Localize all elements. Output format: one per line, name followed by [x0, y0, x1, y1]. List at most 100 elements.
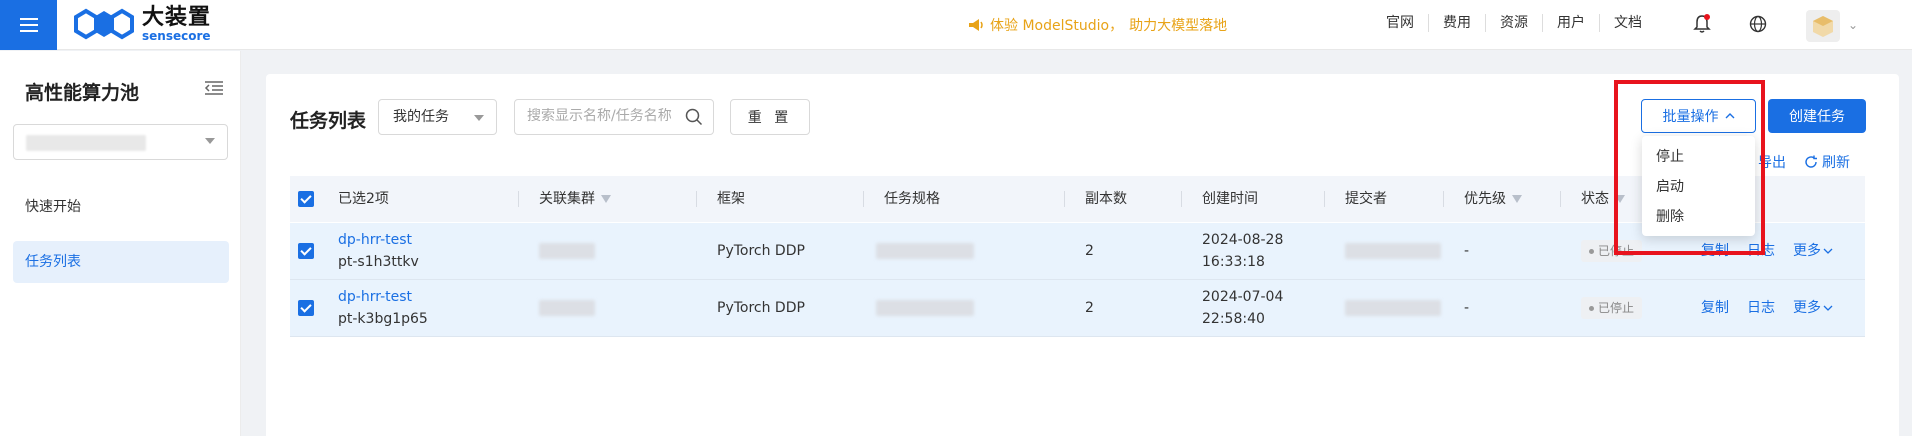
- task-scope-select[interactable]: 我的任务: [378, 99, 497, 135]
- nav-users[interactable]: 用户: [1543, 14, 1600, 32]
- table-row[interactable]: dp-hrr-test pt-k3bg1p65 PyTorch DDP 2 20…: [290, 280, 1865, 337]
- nav-docs[interactable]: 文档: [1600, 14, 1656, 32]
- nav-official-site[interactable]: 官网: [1372, 14, 1429, 32]
- column-header-cluster[interactable]: 关联集群: [539, 176, 611, 222]
- redacted-value: [1345, 300, 1441, 316]
- redacted-value: [539, 300, 595, 316]
- column-header-priority[interactable]: 优先级: [1464, 176, 1522, 222]
- column-header-replicas: 副本数: [1085, 191, 1127, 207]
- nav-billing[interactable]: 费用: [1429, 14, 1486, 32]
- action-log[interactable]: 日志: [1747, 280, 1775, 336]
- refresh-label: 刷新: [1822, 155, 1850, 171]
- chevron-down-icon[interactable]: ⌄: [1848, 18, 1858, 32]
- status-header-label: 状态: [1581, 191, 1609, 207]
- filter-icon[interactable]: [601, 195, 611, 203]
- sidebar-item-quick-start[interactable]: 快速开始: [13, 186, 229, 228]
- task-id: pt-s1h3ttkv: [338, 254, 419, 270]
- action-more[interactable]: 更多: [1793, 280, 1833, 336]
- replicas-cell: 2: [1085, 243, 1094, 259]
- refresh-icon: [1805, 155, 1817, 168]
- chevron-down-icon: [1823, 305, 1833, 311]
- task-name-link[interactable]: dp-hrr-test: [338, 286, 428, 308]
- column-divider: [863, 191, 864, 207]
- status-badge: 已停止: [1581, 297, 1643, 319]
- sidebar: 高性能算力池 快速开始 任务列表: [0, 51, 241, 436]
- cluster-cell: [539, 223, 595, 279]
- column-header-framework: 框架: [717, 191, 745, 207]
- column-header-submitter: 提交者: [1345, 191, 1387, 207]
- spec-cell: [876, 223, 974, 279]
- priority-cell: -: [1464, 300, 1470, 316]
- task-name-link[interactable]: dp-hrr-test: [338, 229, 419, 251]
- column-divider: [1181, 191, 1182, 207]
- sensecore-logo-icon: [74, 8, 134, 40]
- globe-icon[interactable]: [1748, 14, 1768, 34]
- column-divider: [696, 191, 697, 207]
- column-header-spec: 任务规格: [884, 191, 940, 207]
- framework-cell: PyTorch DDP: [717, 243, 805, 259]
- page-title: 任务列表: [290, 110, 367, 132]
- column-divider: [518, 191, 519, 207]
- collapse-sidebar-icon[interactable]: [204, 80, 224, 98]
- task-id: pt-k3bg1p65: [338, 311, 428, 327]
- more-link[interactable]: 更多: [1793, 297, 1821, 319]
- created-cell: 2024-08-28 16:33:18: [1202, 223, 1283, 279]
- sidebar-item-task-list[interactable]: 任务列表: [13, 241, 229, 283]
- hamburger-icon: [19, 16, 38, 34]
- column-divider: [1560, 191, 1561, 207]
- promo-highlight: 助力大模型落地: [1129, 18, 1228, 34]
- status-cell: 已停止: [1581, 280, 1643, 336]
- top-bar: 大装置 sensecore 体验 ModelStudio， 助力大模型落地 官网 …: [0, 0, 1912, 50]
- column-divider: [1064, 191, 1065, 207]
- logo-sub-text: sensecore: [142, 29, 211, 43]
- reset-button[interactable]: 重 置: [730, 99, 810, 135]
- avatar[interactable]: [1806, 10, 1840, 42]
- annotation-highlight-box: [1614, 80, 1765, 255]
- redacted-value: [876, 300, 974, 316]
- copy-link[interactable]: 复制: [1701, 297, 1729, 319]
- row-checkbox[interactable]: [298, 243, 314, 259]
- status-dot-icon: [1589, 248, 1594, 254]
- spec-cell: [876, 280, 974, 336]
- log-link[interactable]: 日志: [1747, 297, 1775, 319]
- top-nav: 官网 费用 资源 用户 文档: [1372, 14, 1656, 32]
- promo-banner[interactable]: 体验 ModelStudio， 助力大模型落地: [968, 15, 1227, 35]
- submitter-cell: [1345, 223, 1441, 279]
- search-icon[interactable]: [685, 108, 703, 130]
- select-all-checkbox[interactable]: [298, 191, 314, 207]
- status-text: 已停止: [1598, 301, 1635, 315]
- priority-header-label: 优先级: [1464, 191, 1506, 207]
- created-date: 2024-07-04: [1202, 289, 1284, 305]
- action-more[interactable]: 更多: [1793, 223, 1833, 279]
- logo[interactable]: 大装置 sensecore: [74, 7, 211, 43]
- cluster-cell: [539, 280, 595, 336]
- created-time: 16:33:18: [1202, 254, 1265, 270]
- created-time: 22:58:40: [1202, 311, 1265, 327]
- logo-main-text: 大装置: [142, 5, 212, 30]
- action-copy[interactable]: 复制: [1701, 280, 1729, 336]
- column-divider: [1324, 191, 1325, 207]
- redacted-value: [26, 135, 146, 151]
- chevron-down-icon: [474, 115, 484, 121]
- filter-icon[interactable]: [1512, 195, 1522, 203]
- cluster-header-label: 关联集群: [539, 191, 595, 207]
- column-header-created: 创建时间: [1202, 191, 1258, 207]
- redacted-value: [1345, 243, 1441, 259]
- column-divider: [1443, 191, 1444, 207]
- column-header-selected: 已选2项: [338, 191, 389, 207]
- chevron-down-icon: [1823, 248, 1833, 254]
- more-link[interactable]: 更多: [1793, 240, 1821, 262]
- create-task-button[interactable]: 创建任务: [1768, 99, 1866, 133]
- search-input[interactable]: [527, 108, 677, 124]
- submitter-cell: [1345, 280, 1441, 336]
- framework-cell: PyTorch DDP: [717, 300, 805, 316]
- search-field[interactable]: [514, 99, 714, 135]
- menu-toggle-button[interactable]: [0, 0, 57, 50]
- bell-icon[interactable]: [1692, 14, 1712, 34]
- sidebar-title: 高性能算力池: [25, 82, 140, 104]
- nav-resources[interactable]: 资源: [1486, 14, 1543, 32]
- row-checkbox[interactable]: [298, 300, 314, 316]
- replicas-cell: 2: [1085, 300, 1094, 316]
- resource-pool-select[interactable]: [13, 124, 228, 160]
- refresh-link[interactable]: 刷新: [1804, 152, 1850, 172]
